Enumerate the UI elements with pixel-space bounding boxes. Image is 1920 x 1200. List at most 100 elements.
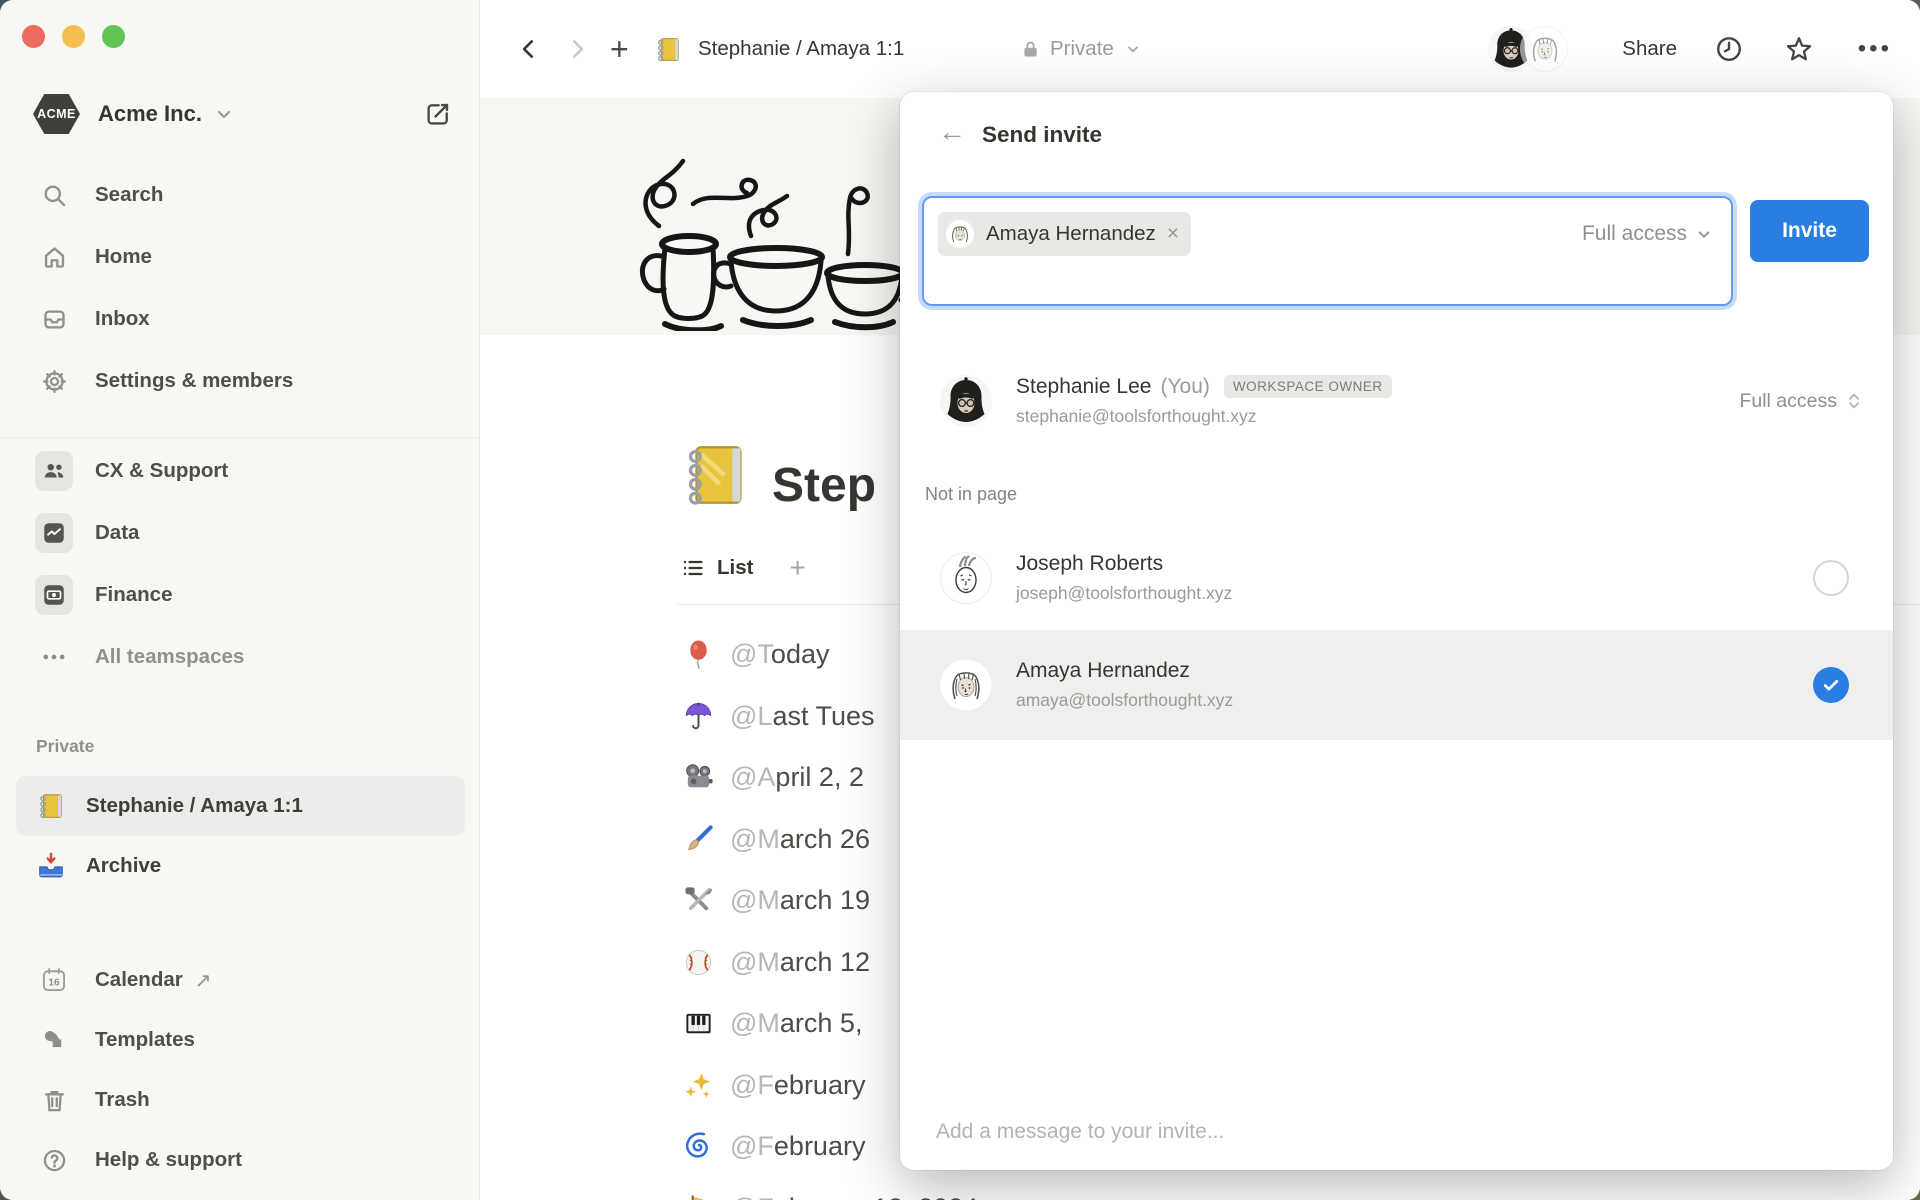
avatar-joseph [940, 552, 992, 604]
sidebar-item-label: Search [95, 183, 164, 206]
sidebar-item-label: Calendar [95, 968, 183, 991]
piano-emoji [683, 1008, 714, 1039]
help-icon [35, 1147, 73, 1174]
page-title[interactable]: Step [772, 458, 902, 513]
favorite-star-icon[interactable] [1784, 0, 1814, 98]
breadcrumb-page-title[interactable]: Stephanie / Amaya 1:1 [698, 0, 904, 98]
sidebar-item-data[interactable]: Data [0, 502, 479, 564]
sidebar-item-cx-support[interactable]: CX & Support [0, 440, 479, 502]
list-item[interactable]: @February 13, 2024 [683, 1178, 978, 1200]
privacy-dropdown[interactable]: Private [1050, 0, 1114, 98]
sidebar-teamspaces: CX & Support Data Finance All teamspaces [0, 440, 479, 688]
presence-avatars[interactable] [1488, 0, 1568, 98]
invite-button[interactable]: Invite [1750, 200, 1869, 262]
share-button[interactable]: Share [1622, 0, 1677, 98]
sidebar-item-finance[interactable]: Finance [0, 564, 479, 626]
trash-icon [35, 1087, 73, 1114]
sidebar-item-all-teamspaces[interactable]: All teamspaces [0, 626, 479, 688]
recipient-name: Amaya Hernandez [986, 222, 1156, 245]
external-link-icon: ↗ [194, 969, 212, 992]
workspace-name: Acme Inc. [98, 101, 202, 126]
teamspace-label: Finance [95, 583, 173, 606]
teamspace-label: All teamspaces [95, 645, 245, 668]
sidebar-item-label: Help & support [95, 1148, 242, 1171]
baseball-emoji [683, 947, 714, 978]
topbar: + Stephanie / Amaya 1:1 Private Share ••… [480, 0, 1920, 98]
tools-emoji [683, 885, 714, 916]
chevron-down-icon [1698, 231, 1710, 238]
sparkles-emoji [683, 1070, 714, 1101]
back-button[interactable] [516, 0, 542, 98]
sidebar-item-templates[interactable]: Templates [0, 1010, 479, 1070]
avatar-amaya [1522, 26, 1568, 72]
gear-icon [35, 368, 73, 395]
send-invite-dialog: ← Send invite Amaya Hernandez × Full acc… [900, 92, 1893, 1170]
add-view-button[interactable]: + [789, 552, 805, 584]
invite-recipients-input[interactable]: Amaya Hernandez × Full access [922, 196, 1733, 306]
banknote-icon [35, 575, 73, 615]
sidebar-item-stephanie-amaya[interactable]: Stephanie / Amaya 1:1 [16, 776, 465, 836]
forward-button[interactable] [564, 0, 590, 98]
member-access-value: Full access [1739, 389, 1837, 412]
sidebar-item-label: Trash [95, 1088, 150, 1111]
notebook-emoji [36, 791, 66, 821]
workspace-owner-badge: WORKSPACE OWNER [1223, 374, 1392, 398]
sidebar-item-help[interactable]: Help & support [0, 1130, 479, 1190]
access-level-dropdown[interactable]: Full access [1582, 212, 1713, 256]
view-tabs: List + [681, 552, 806, 584]
access-level-value: Full access [1581, 222, 1687, 245]
add-page-button[interactable]: + [610, 0, 629, 98]
sidebar-item-home[interactable]: Home [0, 226, 479, 288]
page-link-label: Stephanie / Amaya 1:1 [86, 794, 303, 817]
zoom-window-button[interactable] [102, 25, 125, 48]
workspace-switcher[interactable]: ACME Acme Inc. [33, 90, 453, 138]
minimize-window-button[interactable] [62, 25, 85, 48]
list-item-label: @Last Tues [730, 700, 875, 731]
back-arrow-icon[interactable]: ← [938, 118, 966, 146]
templates-icon [35, 1027, 73, 1054]
chevron-down-icon [1125, 0, 1141, 98]
sidebar-item-trash[interactable]: Trash [0, 1070, 479, 1130]
notion-window: ACME Acme Inc. Search Home Inbox Setting… [0, 0, 1920, 1200]
person-row-amaya-selected[interactable]: Amaya Hernandez amaya@toolsforthought.xy… [900, 630, 1893, 740]
sidebar-item-label: Templates [95, 1028, 195, 1051]
coffee-cups-doodle [639, 158, 913, 331]
selected-check-icon[interactable] [1813, 667, 1849, 703]
select-person-radio[interactable] [1813, 560, 1849, 596]
inbox-tray-emoji [36, 851, 66, 881]
workspace-logo: ACME [33, 94, 80, 134]
page-icon-notebook-emoji[interactable] [678, 438, 752, 512]
sidebar-item-calendar[interactable]: 16 Calendar ↗ [0, 950, 479, 1010]
invite-message-input[interactable]: Add a message to your invite... [936, 1120, 1224, 1144]
sidebar-item-settings[interactable]: Settings & members [0, 350, 479, 412]
list-view-icon [681, 556, 705, 580]
person-row-joseph[interactable]: Joseph Roberts joseph@toolsforthought.xy… [900, 530, 1893, 626]
umbrella-emoji [683, 701, 714, 732]
more-options-button[interactable]: ••• [1858, 0, 1892, 98]
list-item-label: @February 13, 2024 [730, 1193, 978, 1200]
sidebar-item-search[interactable]: Search [0, 164, 479, 226]
sidebar-nav: Search Home Inbox Settings & members [0, 164, 479, 412]
sidebar-item-inbox[interactable]: Inbox [0, 288, 479, 350]
list-item-label: @March 12 [730, 946, 870, 977]
chart-icon [35, 513, 73, 553]
close-window-button[interactable] [22, 25, 45, 48]
sidebar-item-archive[interactable]: Archive [16, 836, 465, 896]
ellipsis-icon [35, 643, 73, 671]
remove-recipient-icon[interactable]: × [1167, 222, 1179, 246]
member-access-dropdown[interactable]: Full access [1739, 390, 1863, 413]
updates-clock-icon[interactable] [1714, 0, 1744, 98]
recipient-chip[interactable]: Amaya Hernandez × [938, 212, 1192, 256]
new-page-button[interactable] [423, 99, 453, 129]
member-email: stephanie@toolsforthought.xyz [1016, 406, 1257, 426]
list-item-label: @April 2, 2 [730, 762, 864, 793]
person-name: Joseph Roberts [1016, 552, 1164, 575]
private-items: Stephanie / Amaya 1:1 Archive [16, 776, 465, 896]
list-item-label: @Today [730, 639, 830, 670]
flag-emoji [683, 1193, 714, 1200]
person-name: Amaya Hernandez [1016, 659, 1190, 682]
member-row-stephanie[interactable]: Stephanie Lee (You) WORKSPACE OWNER step… [900, 367, 1893, 435]
avatar-amaya [945, 219, 975, 249]
tab-list[interactable]: List [717, 556, 753, 580]
person-email: joseph@toolsforthought.xyz [1016, 583, 1233, 603]
